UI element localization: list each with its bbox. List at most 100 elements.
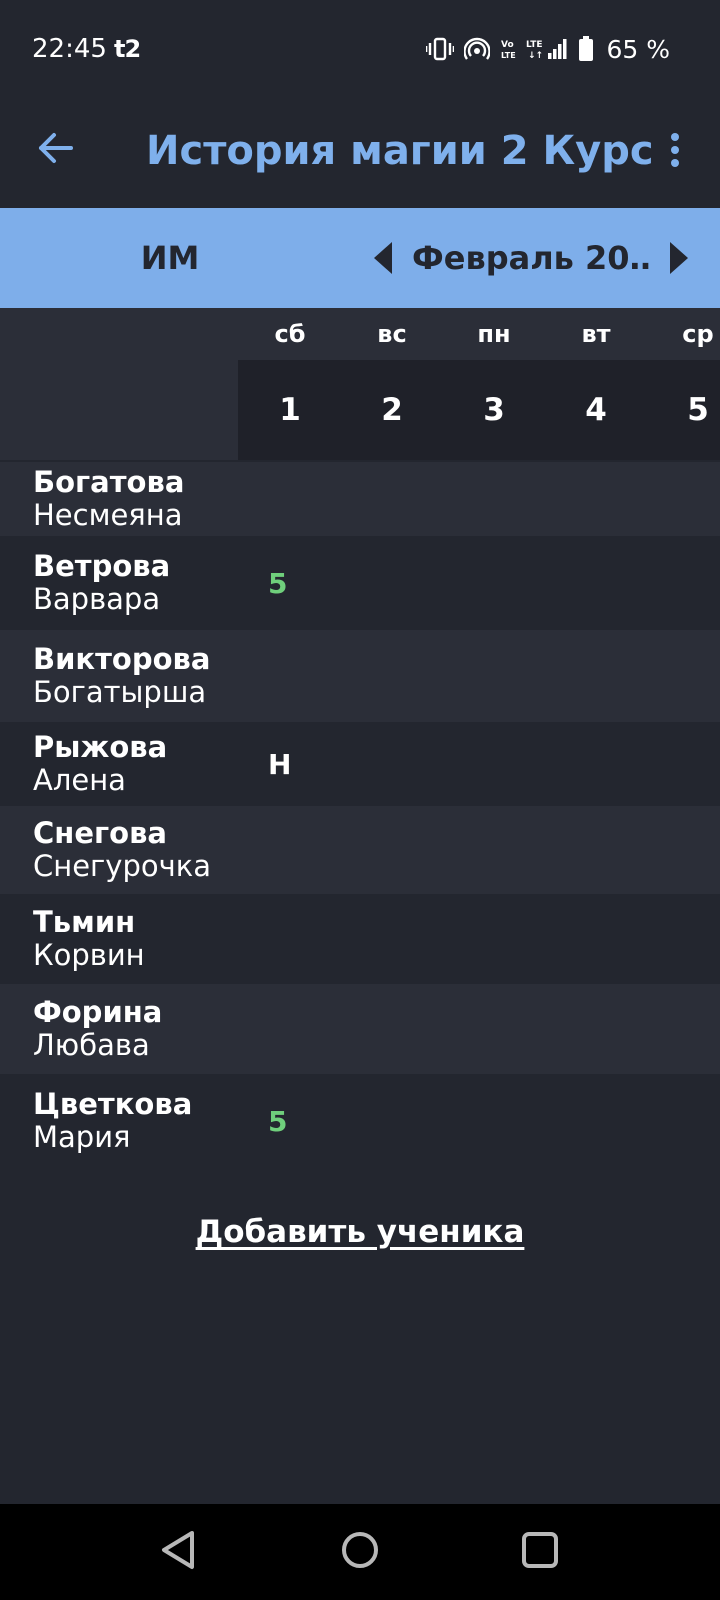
student-surname: Снегова [33, 816, 167, 850]
grade-cell[interactable] [340, 630, 442, 722]
status-icons: Vo LTE LTE ↓↑ 65 % [426, 32, 670, 66]
student-surname: Рыжова [33, 730, 168, 764]
grade-cell[interactable] [544, 462, 646, 536]
grade-cell[interactable] [646, 984, 720, 1074]
day-column-header: вс 2 [340, 308, 444, 460]
grade-cell[interactable] [340, 724, 442, 804]
student-name-cell[interactable]: Рыжова Алена [0, 724, 238, 804]
student-row: Форина Любава [0, 984, 720, 1074]
grade-cell[interactable] [442, 1076, 544, 1166]
grade-cell[interactable] [238, 462, 340, 536]
day-of-week-label: сб [238, 308, 342, 360]
day-number-label[interactable]: 4 [544, 360, 648, 460]
student-row: Богатова Несмеяна [0, 462, 720, 536]
vibrate-icon [426, 37, 455, 61]
nav-recents-button[interactable] [510, 1526, 570, 1578]
student-row: Тьмин Корвин [0, 896, 720, 982]
nav-back-button[interactable] [148, 1526, 208, 1578]
caret-left-icon [370, 242, 396, 280]
back-button[interactable] [28, 122, 84, 178]
grade-cell[interactable] [238, 896, 340, 982]
system-navigation-bar [0, 1504, 720, 1600]
student-first-name: Мария [33, 1120, 131, 1154]
status-bar: 22:45 t2 Vo LTE LTE ↓↑ 65 % [0, 0, 720, 96]
grade-cell[interactable] [544, 538, 646, 628]
more-vertical-icon [670, 132, 680, 172]
grade-cell[interactable]: 5 [238, 538, 340, 628]
grade-cell[interactable] [544, 724, 646, 804]
arrow-left-icon [37, 131, 75, 169]
battery-icon [578, 36, 594, 62]
grade-cell[interactable] [646, 724, 720, 804]
grade-cell[interactable]: 5 [238, 1076, 340, 1166]
grade-cell[interactable] [340, 538, 442, 628]
student-surname: Ветрова [33, 549, 171, 583]
grade-cell[interactable] [442, 630, 544, 722]
grade-cell[interactable] [646, 538, 720, 628]
grade-cell[interactable] [646, 630, 720, 722]
student-name-cell[interactable]: Богатова Несмеяна [0, 462, 238, 536]
student-first-name: Варвара [33, 582, 161, 616]
grade-cell[interactable] [646, 806, 720, 894]
day-of-week-label: пн [442, 308, 546, 360]
grade-cell[interactable] [544, 984, 646, 1074]
triangle-back-icon [158, 1529, 198, 1575]
grade-cell[interactable] [238, 984, 340, 1074]
day-number-label[interactable]: 2 [340, 360, 444, 460]
previous-month-button[interactable] [370, 240, 396, 276]
day-column-header: вт 4 [544, 308, 648, 460]
student-row: Снегова Снегурочка [0, 806, 720, 894]
student-first-name: Алена [33, 763, 126, 797]
grade-cell[interactable] [238, 630, 340, 722]
grade-cell[interactable] [646, 462, 720, 536]
day-of-week-label: вс [340, 308, 444, 360]
day-number-label[interactable]: 5 [646, 360, 720, 460]
day-number-label[interactable]: 1 [238, 360, 342, 460]
circle-home-icon [340, 1530, 380, 1574]
grade-cell[interactable] [442, 896, 544, 982]
grade-cell[interactable] [442, 984, 544, 1074]
grade-cell[interactable] [646, 896, 720, 982]
student-first-name: Несмеяна [33, 498, 183, 532]
next-month-button[interactable] [666, 240, 692, 276]
overflow-menu-button[interactable] [650, 124, 700, 180]
student-name-cell[interactable]: Тьмин Корвин [0, 896, 238, 982]
student-name-cell[interactable]: Цветкова Мария [0, 1076, 238, 1166]
day-of-week-label: ср [646, 308, 720, 360]
day-column-header: пн 3 [442, 308, 546, 460]
grade-cell[interactable]: Н [238, 724, 340, 804]
student-name-cell[interactable]: Ветрова Варвара [0, 538, 238, 628]
grade-cell[interactable] [442, 806, 544, 894]
grade-cell[interactable] [442, 538, 544, 628]
hotspot-icon [464, 37, 491, 61]
status-time: 22:45 [32, 34, 107, 64]
day-column-header: ср 5 [646, 308, 720, 460]
day-number-label[interactable]: 3 [442, 360, 546, 460]
student-name-cell[interactable]: Форина Любава [0, 984, 238, 1074]
grade-cell[interactable] [544, 630, 646, 722]
grade-cell[interactable] [646, 1076, 720, 1166]
grade-cell[interactable] [544, 896, 646, 982]
student-name-cell[interactable]: Викторова Богатырша [0, 630, 238, 722]
month-label[interactable]: Февраль 20… [412, 208, 652, 308]
grade-cell[interactable] [238, 806, 340, 894]
grade-cell[interactable] [340, 896, 442, 982]
grade-cell[interactable] [340, 1076, 442, 1166]
grade-cell[interactable] [544, 1076, 646, 1166]
grade-cell[interactable] [544, 806, 646, 894]
grade-cell[interactable] [340, 984, 442, 1074]
add-student-button[interactable]: Добавить ученика [0, 1214, 720, 1250]
student-name-cell[interactable]: Снегова Снегурочка [0, 806, 238, 894]
grade-cell[interactable] [340, 462, 442, 536]
day-column-header: сб 1 [238, 308, 342, 460]
grade-cell[interactable] [442, 724, 544, 804]
svg-text:↓↑: ↓↑ [528, 51, 543, 61]
signal-icon: LTE ↓↑ [526, 37, 568, 61]
grade-cell[interactable] [340, 806, 442, 894]
svg-text:Vo: Vo [501, 40, 514, 50]
student-first-name: Снегурочка [33, 849, 212, 883]
nav-home-button[interactable] [330, 1526, 390, 1578]
student-surname: Викторова [33, 642, 211, 676]
student-row: Цветкова Мария 5 [0, 1076, 720, 1166]
grade-cell[interactable] [442, 462, 544, 536]
